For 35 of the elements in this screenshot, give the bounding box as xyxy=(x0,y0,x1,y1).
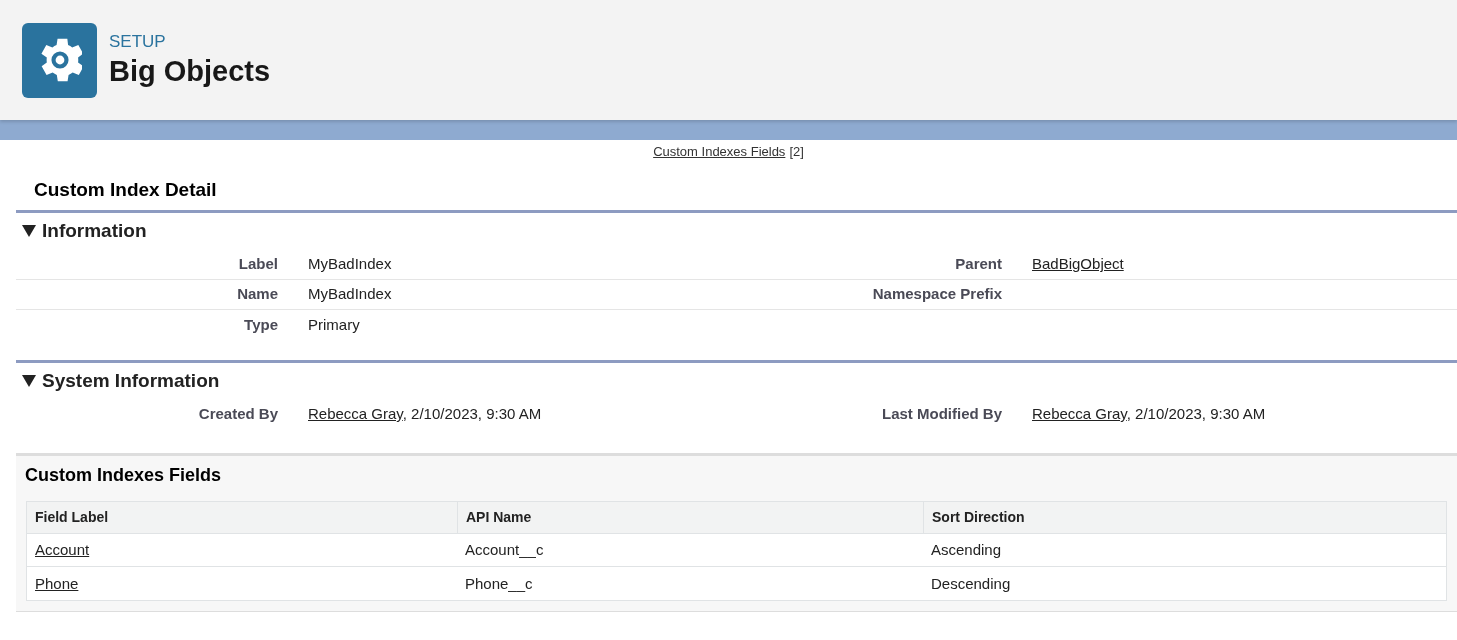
table-cell: Account__c xyxy=(465,541,544,558)
field-value: Primary xyxy=(308,315,360,333)
field-label: Label xyxy=(238,255,278,272)
table-cell: Phone__c xyxy=(465,574,533,592)
parent-link[interactable]: BadBigObject xyxy=(1032,255,1124,272)
page-title: Big Objects xyxy=(109,53,271,89)
related-list-link[interactable]: Custom Indexes Fields xyxy=(653,144,786,159)
field-link[interactable]: Account xyxy=(35,541,90,558)
field-value: MyBadIndex xyxy=(308,255,392,272)
field-label: Last Modified By xyxy=(882,405,1002,422)
column-header: Field Label xyxy=(35,508,109,527)
column-header: API Name xyxy=(466,508,532,527)
user-link[interactable]: Rebecca Gray xyxy=(1032,405,1127,422)
field-label: Parent xyxy=(955,255,1002,272)
field-link[interactable]: Phone xyxy=(35,574,79,592)
collapse-triangle-icon[interactable] xyxy=(22,225,36,238)
table-cell: Ascending xyxy=(931,541,1002,558)
detail-title: Custom Index Detail xyxy=(34,178,217,200)
field-value: Rebecca Gray, 2/10/2023, 9:30 AM xyxy=(1032,405,1266,422)
section-title: System Information xyxy=(42,368,220,393)
field-value: MyBadIndex xyxy=(308,285,392,302)
column-header: Sort Direction xyxy=(932,508,1025,527)
breadcrumb-label: SETUP xyxy=(109,31,167,53)
related-count: [2] xyxy=(789,144,804,159)
field-label: Namespace Prefix xyxy=(872,285,1002,302)
section-title: Information xyxy=(42,219,147,243)
field-label: Created By xyxy=(198,405,278,422)
table-cell: Descending xyxy=(931,574,1011,592)
collapse-triangle-icon[interactable] xyxy=(22,374,36,387)
user-link[interactable]: Rebecca Gray xyxy=(308,405,403,422)
field-label: Type xyxy=(244,315,278,333)
field-label: Name xyxy=(237,285,278,302)
field-value: Rebecca Gray, 2/10/2023, 9:30 AM xyxy=(308,405,542,422)
setup-gear-icon xyxy=(22,22,97,98)
related-list-title: Custom Indexes Fields xyxy=(25,465,222,485)
